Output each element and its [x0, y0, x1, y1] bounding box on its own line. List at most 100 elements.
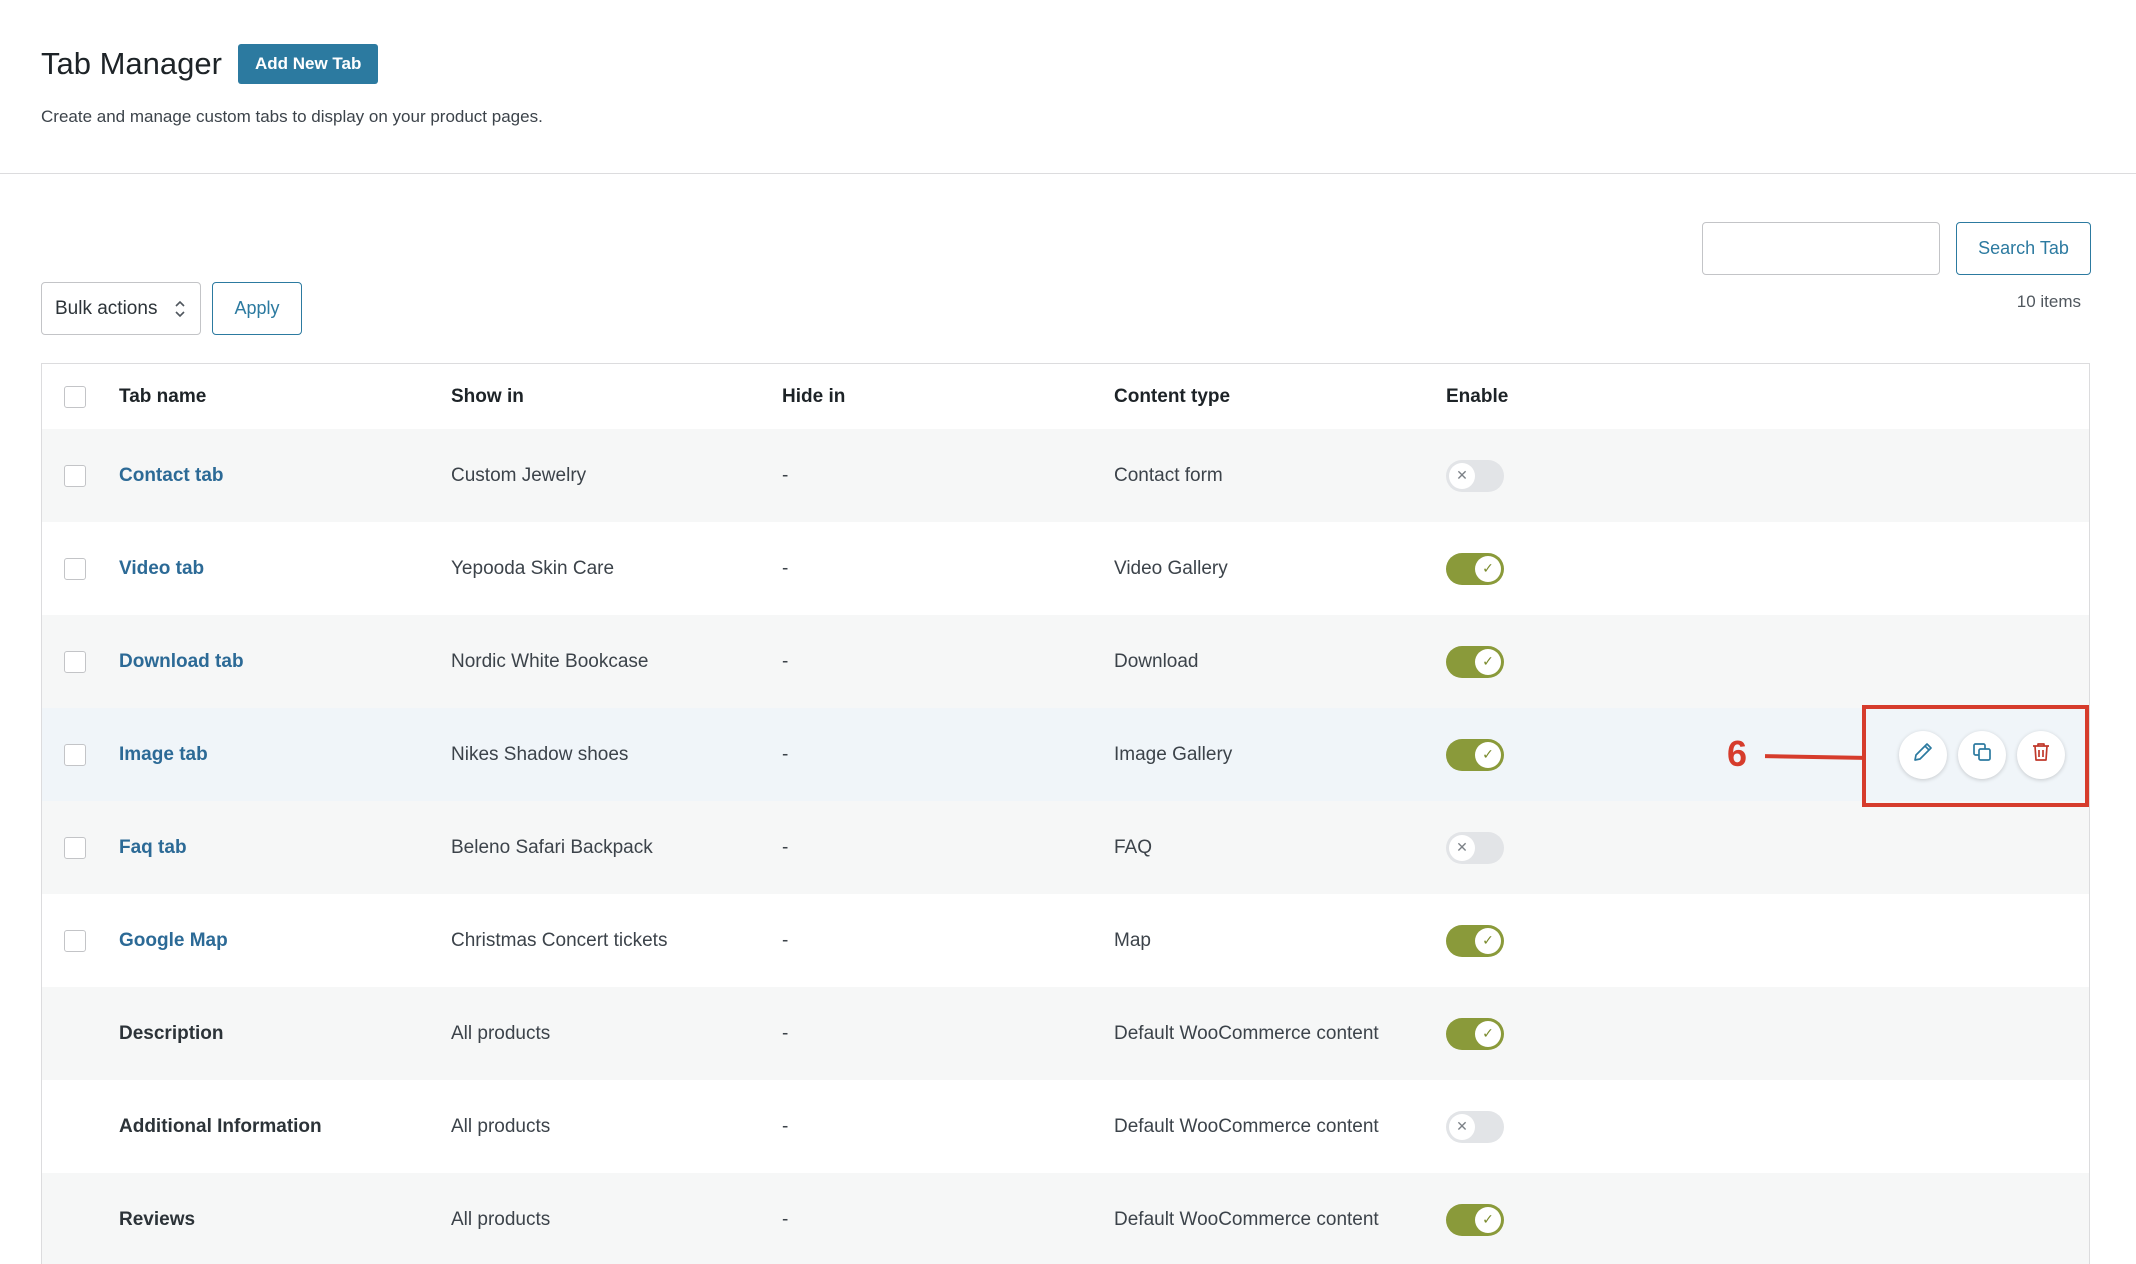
- check-icon: ✓: [1475, 927, 1501, 954]
- hide-in: -: [782, 650, 789, 672]
- column-show-in: Show in: [451, 385, 524, 407]
- enable-cell: ✓: [1446, 894, 1504, 987]
- row-checkbox[interactable]: [64, 836, 86, 859]
- show-in: Christmas Concert tickets: [451, 929, 668, 951]
- items-count: 10 items: [2016, 292, 2081, 311]
- table-row: Video tab Yepooda Skin Care - Video Gallery…: [42, 522, 2089, 615]
- enable-toggle[interactable]: ✓: [1446, 738, 1504, 771]
- row-checkbox[interactable]: [64, 650, 86, 673]
- hide-in: -: [782, 1022, 789, 1044]
- hide-in: -: [782, 557, 789, 579]
- enable-cell: ✓: [1446, 987, 1504, 1080]
- content-type: Download: [1114, 650, 1199, 672]
- check-icon: ✓: [1475, 1020, 1501, 1047]
- hide-in: -: [782, 464, 789, 486]
- enable-cell: ✕: [1446, 1080, 1504, 1173]
- enable-cell: ✓: [1446, 615, 1504, 708]
- enable-toggle[interactable]: ✓: [1446, 552, 1504, 585]
- hide-in: -: [782, 929, 789, 951]
- content-type: Image Gallery: [1114, 743, 1233, 765]
- check-icon: ✓: [1475, 555, 1501, 582]
- row-checkbox[interactable]: [64, 743, 86, 766]
- enable-cell: ✓: [1446, 1173, 1504, 1264]
- check-icon: ✓: [1475, 1206, 1501, 1233]
- tab-name: Additional Information: [119, 1115, 322, 1137]
- page-header: Tab Manager Add New Tab Create and manag…: [0, 0, 2136, 174]
- enable-cell: ✕: [1446, 801, 1504, 894]
- show-in: All products: [451, 1115, 551, 1137]
- tab-name[interactable]: Download tab: [119, 615, 244, 708]
- enable-toggle[interactable]: ✕: [1446, 831, 1504, 864]
- content-type: Contact form: [1114, 464, 1223, 486]
- callout-number: 6: [1727, 733, 1748, 774]
- content-type: Default WooCommerce content: [1114, 1022, 1379, 1044]
- hide-in: -: [782, 836, 789, 858]
- table-row: Download tab Nordic White Bookcase - Downlo…: [42, 615, 2089, 708]
- enable-toggle[interactable]: ✕: [1446, 459, 1504, 492]
- table-row: Google Map Christmas Concert tickets - Map ✓: [42, 894, 2089, 987]
- enable-cell: ✓: [1446, 522, 1504, 615]
- column-enable: Enable: [1446, 385, 1509, 407]
- x-icon: ✕: [1449, 1113, 1475, 1140]
- row-checkbox[interactable]: [64, 464, 86, 487]
- callout-box: [1862, 705, 2089, 807]
- x-icon: ✕: [1449, 834, 1475, 861]
- table-header: Tab name Show in Hide in Content type En…: [42, 364, 2089, 429]
- enable-toggle[interactable]: ✓: [1446, 924, 1504, 957]
- x-icon: ✕: [1449, 462, 1475, 489]
- enable-toggle[interactable]: ✓: [1446, 645, 1504, 678]
- hide-in: -: [782, 1208, 789, 1230]
- bulk-actions-value: Bulk actions: [55, 297, 158, 319]
- content-type: Default WooCommerce content: [1114, 1115, 1379, 1137]
- column-hide-in: Hide in: [782, 385, 846, 407]
- title-row: Tab Manager Add New Tab: [41, 44, 379, 84]
- search-tab-button[interactable]: Search Tab: [1956, 222, 2091, 275]
- show-in: Nordic White Bookcase: [451, 650, 649, 672]
- show-in: Yepooda Skin Care: [451, 557, 615, 579]
- tab-name[interactable]: Video tab: [119, 522, 204, 615]
- hide-in: -: [782, 743, 789, 765]
- enable-toggle[interactable]: ✕: [1446, 1110, 1504, 1143]
- select-all-checkbox[interactable]: [64, 385, 86, 408]
- enable-cell: ✕: [1446, 429, 1504, 522]
- tabs-table: Tab name Show in Hide in Content type En…: [41, 363, 2090, 1264]
- content-type: Default WooCommerce content: [1114, 1208, 1379, 1230]
- enable-toggle[interactable]: ✓: [1446, 1203, 1504, 1236]
- table-body: Contact tab Custom Jewelry - Contact form ✕ V…: [42, 429, 2089, 1264]
- content-type: Video Gallery: [1114, 557, 1228, 579]
- tab-name[interactable]: Contact tab: [119, 429, 224, 522]
- hide-in: -: [782, 1115, 789, 1137]
- table-row: Additional Information All products - Defau…: [42, 1080, 2089, 1173]
- check-icon: ✓: [1475, 648, 1501, 675]
- show-in: All products: [451, 1208, 551, 1230]
- row-checkbox[interactable]: [64, 557, 86, 580]
- show-in: Custom Jewelry: [451, 464, 587, 486]
- select-arrows-icon: [175, 300, 185, 318]
- table-row: Faq tab Beleno Safari Backpack - FAQ ✕: [42, 801, 2089, 894]
- column-tab-name[interactable]: Tab name: [119, 364, 206, 429]
- content-type: FAQ: [1114, 836, 1153, 858]
- show-in: Nikes Shadow shoes: [451, 743, 629, 765]
- table-row: Description All products - Default WooComme…: [42, 987, 2089, 1080]
- show-in: Beleno Safari Backpack: [451, 836, 653, 858]
- content-type: Map: [1114, 929, 1151, 951]
- table-row: Contact tab Custom Jewelry - Contact form ✕: [42, 429, 2089, 522]
- tab-name: Description: [119, 1022, 224, 1044]
- apply-button[interactable]: Apply: [212, 282, 302, 335]
- row-checkbox[interactable]: [64, 929, 86, 952]
- tab-name[interactable]: Image tab: [119, 708, 208, 801]
- bulk-actions-select[interactable]: Bulk actions: [41, 282, 201, 335]
- add-new-tab-button[interactable]: Add New Tab: [237, 44, 379, 84]
- tab-name[interactable]: Google Map: [119, 894, 228, 987]
- enable-cell: ✓: [1446, 708, 1504, 801]
- column-content-type: Content type: [1114, 385, 1231, 407]
- page-subtitle: Create and manage custom tabs to display…: [41, 107, 543, 126]
- tab-name: Reviews: [119, 1208, 196, 1230]
- table-row: Reviews All products - Default WooCommerce …: [42, 1173, 2089, 1264]
- search-input[interactable]: [1702, 222, 1940, 275]
- page-title: Tab Manager: [41, 46, 222, 81]
- enable-toggle[interactable]: ✓: [1446, 1017, 1504, 1050]
- show-in: All products: [451, 1022, 551, 1044]
- tab-name[interactable]: Faq tab: [119, 801, 187, 894]
- check-icon: ✓: [1475, 741, 1501, 768]
